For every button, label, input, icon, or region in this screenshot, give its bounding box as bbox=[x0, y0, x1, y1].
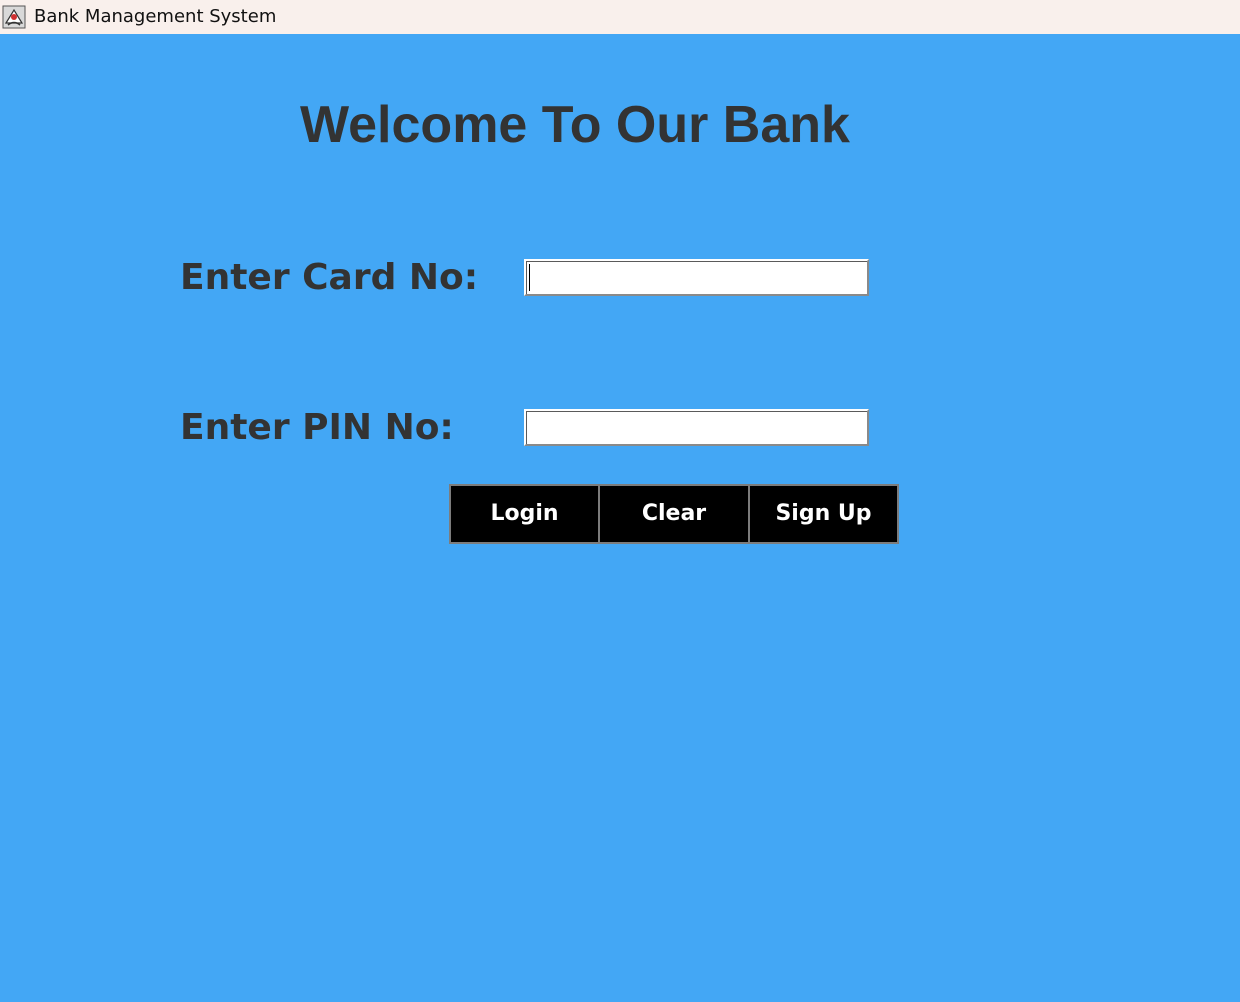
text-caret bbox=[529, 264, 530, 291]
pin-number-label: Enter PIN No: bbox=[180, 407, 454, 448]
card-number-input[interactable] bbox=[524, 259, 869, 296]
clear-button[interactable]: Clear bbox=[598, 484, 750, 544]
window-title: Bank Management System bbox=[34, 6, 277, 27]
title-bar[interactable]: Bank Management System bbox=[0, 0, 1240, 34]
java-app-icon bbox=[2, 5, 26, 29]
sign-up-button[interactable]: Sign Up bbox=[748, 484, 899, 544]
pin-number-input[interactable] bbox=[524, 409, 869, 446]
card-number-label: Enter Card No: bbox=[180, 257, 479, 298]
welcome-heading: Welcome To Our Bank bbox=[300, 96, 850, 154]
bank-login-window: Bank Management System Welcome To Our Ba… bbox=[0, 0, 1240, 1002]
login-button[interactable]: Login bbox=[449, 484, 600, 544]
